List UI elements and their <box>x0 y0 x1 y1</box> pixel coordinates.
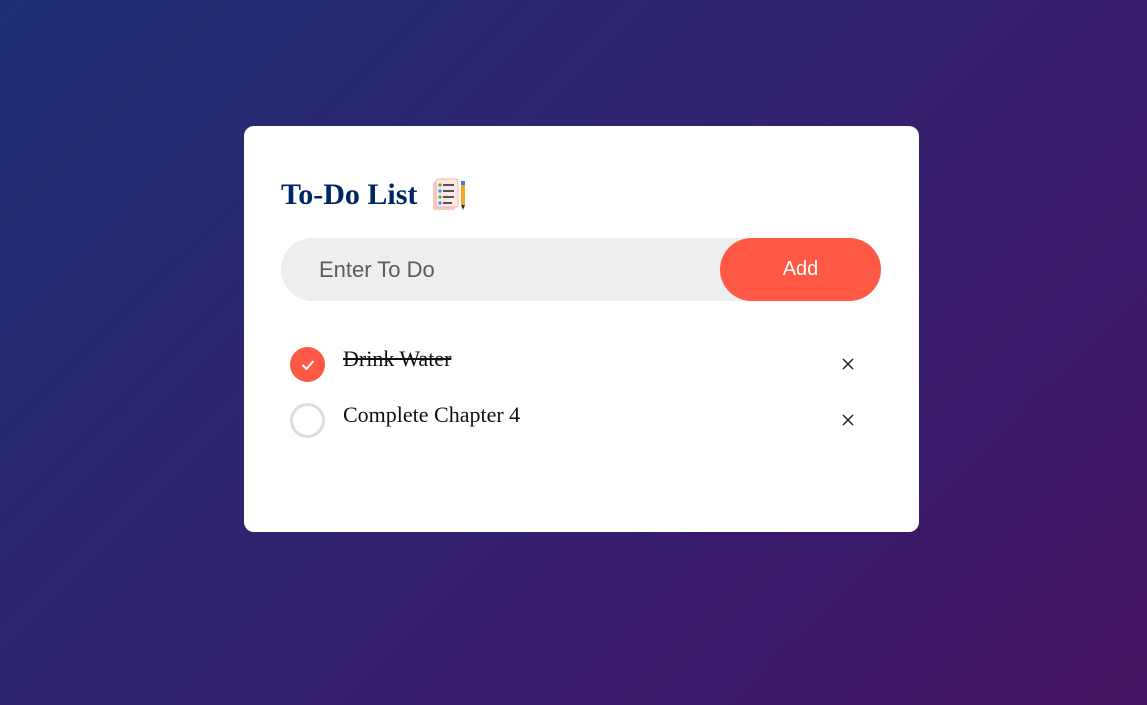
todo-text: Drink Water <box>343 346 452 371</box>
list-item[interactable]: Complete Chapter 4 <box>290 398 870 454</box>
todo-card: To-Do List Add <box>244 126 919 532</box>
page-title: To-Do List <box>281 178 418 211</box>
list-item[interactable]: Drink Water <box>290 342 870 398</box>
add-button[interactable]: Add <box>720 238 881 301</box>
clipboard-checklist-icon <box>431 178 467 212</box>
close-icon[interactable] <box>840 412 856 428</box>
checkbox-checked[interactable] <box>290 347 325 382</box>
todo-list: Drink Water Complete Chapter 4 <box>290 342 870 454</box>
checkbox-unchecked[interactable] <box>290 403 325 438</box>
todo-text: Complete Chapter 4 <box>343 402 521 427</box>
checkmark-icon <box>301 360 314 370</box>
header: To-Do List <box>281 176 467 214</box>
close-icon[interactable] <box>840 356 856 372</box>
add-todo-form: Add <box>281 237 881 302</box>
todo-input[interactable] <box>281 237 720 302</box>
